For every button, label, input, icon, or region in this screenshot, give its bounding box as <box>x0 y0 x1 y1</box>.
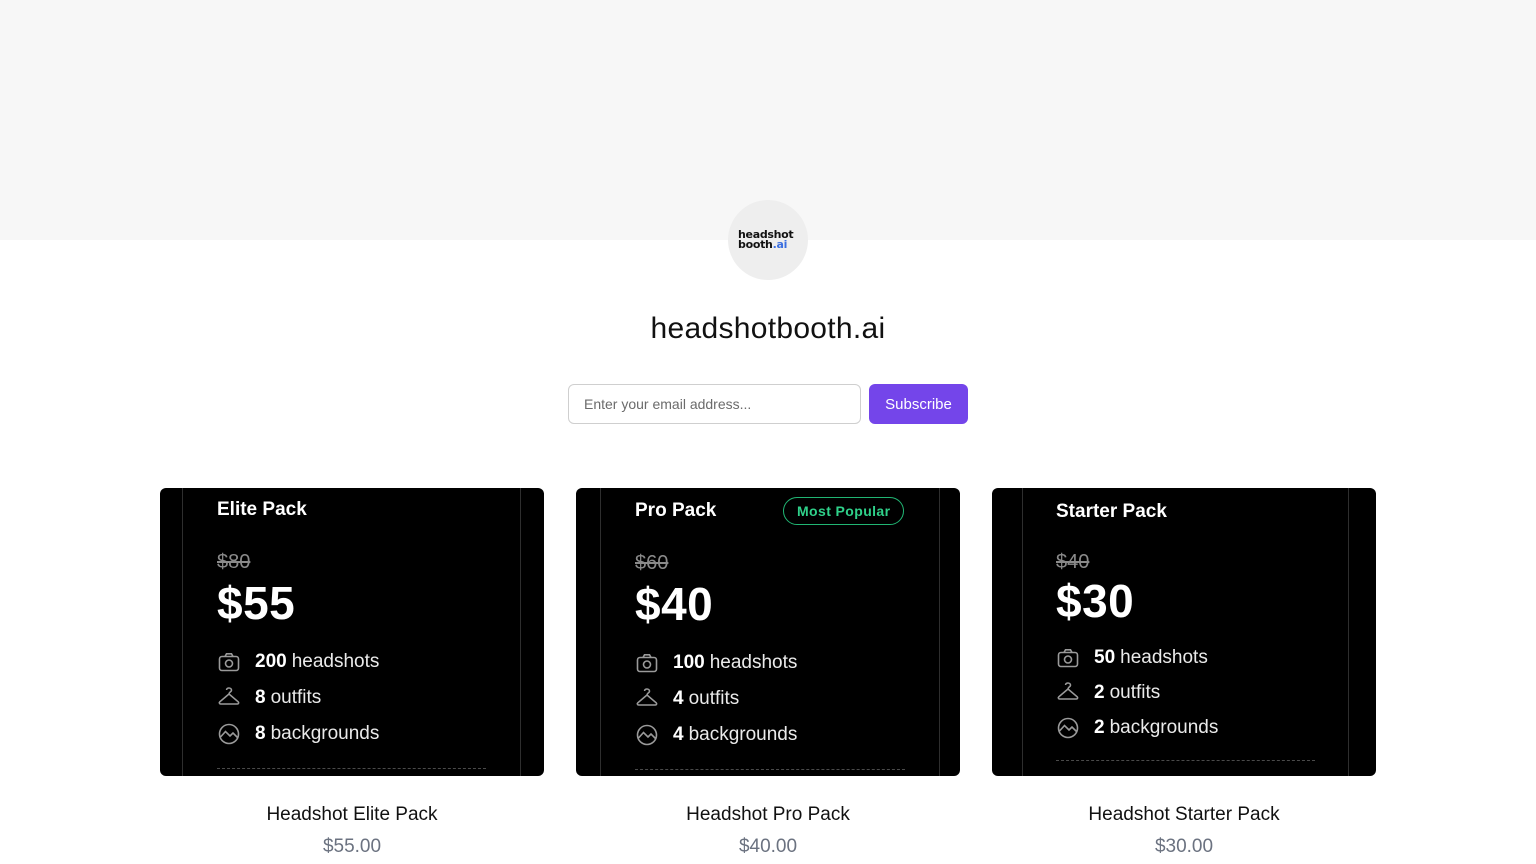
feature-backgrounds: 2 backgrounds <box>1056 716 1218 740</box>
feature-count: 8 <box>255 687 266 708</box>
feature-label: headshots <box>291 651 380 672</box>
new-price: $55 <box>217 577 296 629</box>
camera-icon <box>1057 649 1079 668</box>
feature-count: 2 <box>1094 717 1105 738</box>
card-border-line <box>520 488 521 776</box>
feature-count: 8 <box>255 723 266 744</box>
product-card-pro[interactable]: Pro Pack Most Popular $60 $40 100 headsho… <box>576 488 960 776</box>
feature-label: outfits <box>1109 682 1161 703</box>
product-title[interactable]: Headshot Pro Pack <box>576 804 960 826</box>
pack-name: Pro Pack <box>635 500 717 521</box>
background-icon <box>218 723 240 745</box>
product-title[interactable]: Headshot Elite Pack <box>160 804 544 826</box>
product-card-elite[interactable]: Elite Pack $80 $55 200 headshots 8 outfits… <box>160 488 544 776</box>
store-avatar: headshot booth.ai <box>728 200 808 280</box>
logo-text-main: booth <box>738 238 773 251</box>
logo-text-accent: .ai <box>772 238 788 251</box>
old-price: $80 <box>217 551 251 573</box>
feature-count: 100 <box>673 652 705 673</box>
feature-count: 4 <box>673 724 684 745</box>
product-card-starter[interactable]: Starter Pack $40 $30 50 headshots 2 outfit… <box>992 488 1376 776</box>
feature-headshots: 100 headshots <box>635 651 797 675</box>
subscribe-form: Subscribe <box>568 384 968 424</box>
product-title[interactable]: Headshot Starter Pack <box>992 804 1376 826</box>
feature-headshots: 50 headshots <box>1056 646 1208 670</box>
product-starter[interactable]: Starter Pack $40 $30 50 headshots 2 outfit… <box>992 488 1376 857</box>
feature-count: 50 <box>1094 647 1116 668</box>
camera-icon <box>218 653 240 672</box>
product-elite[interactable]: Elite Pack $80 $55 200 headshots 8 outfits… <box>160 488 544 857</box>
store-title: headshotbooth.ai <box>650 312 886 345</box>
subscribe-button[interactable]: Subscribe <box>869 384 968 424</box>
new-price: $40 <box>635 578 714 630</box>
card-border-line <box>1022 488 1023 776</box>
product-grid: Elite Pack $80 $55 200 headshots 8 outfits… <box>160 488 1376 864</box>
background-icon <box>636 724 658 746</box>
product-pro[interactable]: Pro Pack Most Popular $60 $40 100 headsho… <box>576 488 960 857</box>
most-popular-badge: Most Popular <box>783 497 905 525</box>
hanger-icon <box>1057 682 1079 700</box>
background-icon <box>1057 717 1079 739</box>
hanger-icon <box>636 688 658 706</box>
card-border-line <box>1348 488 1349 776</box>
product-price: $30.00 <box>1154 836 1214 857</box>
feature-label: backgrounds <box>688 724 798 745</box>
logo-text-bottom: booth.ai <box>738 238 788 251</box>
email-input[interactable] <box>568 384 861 424</box>
feature-outfits: 8 outfits <box>217 686 321 710</box>
feature-label: outfits <box>688 688 740 709</box>
card-divider <box>217 768 486 769</box>
card-divider <box>635 769 905 770</box>
pack-name: Starter Pack <box>1056 501 1167 522</box>
card-border-line <box>600 488 601 776</box>
feature-count: 2 <box>1094 682 1105 703</box>
card-border-line <box>939 488 940 776</box>
card-divider <box>1056 760 1315 761</box>
old-price: $60 <box>635 552 669 574</box>
feature-label: backgrounds <box>1109 717 1219 738</box>
card-border-line <box>182 488 183 776</box>
feature-label: headshots <box>709 652 798 673</box>
feature-outfits: 4 outfits <box>635 687 739 711</box>
feature-outfits: 2 outfits <box>1056 681 1160 705</box>
feature-backgrounds: 8 backgrounds <box>217 722 379 746</box>
pack-name: Elite Pack <box>217 499 307 520</box>
camera-icon <box>636 654 658 673</box>
feature-label: outfits <box>270 687 322 708</box>
hanger-icon <box>218 687 240 705</box>
feature-count: 200 <box>255 651 287 672</box>
feature-count: 4 <box>673 688 684 709</box>
old-price: $40 <box>1056 551 1090 573</box>
product-price: $55.00 <box>322 836 382 857</box>
feature-label: backgrounds <box>270 723 380 744</box>
feature-label: headshots <box>1120 647 1208 668</box>
new-price: $30 <box>1056 575 1135 627</box>
product-price: $40.00 <box>738 836 798 857</box>
feature-backgrounds: 4 backgrounds <box>635 723 797 747</box>
feature-headshots: 200 headshots <box>217 650 379 674</box>
